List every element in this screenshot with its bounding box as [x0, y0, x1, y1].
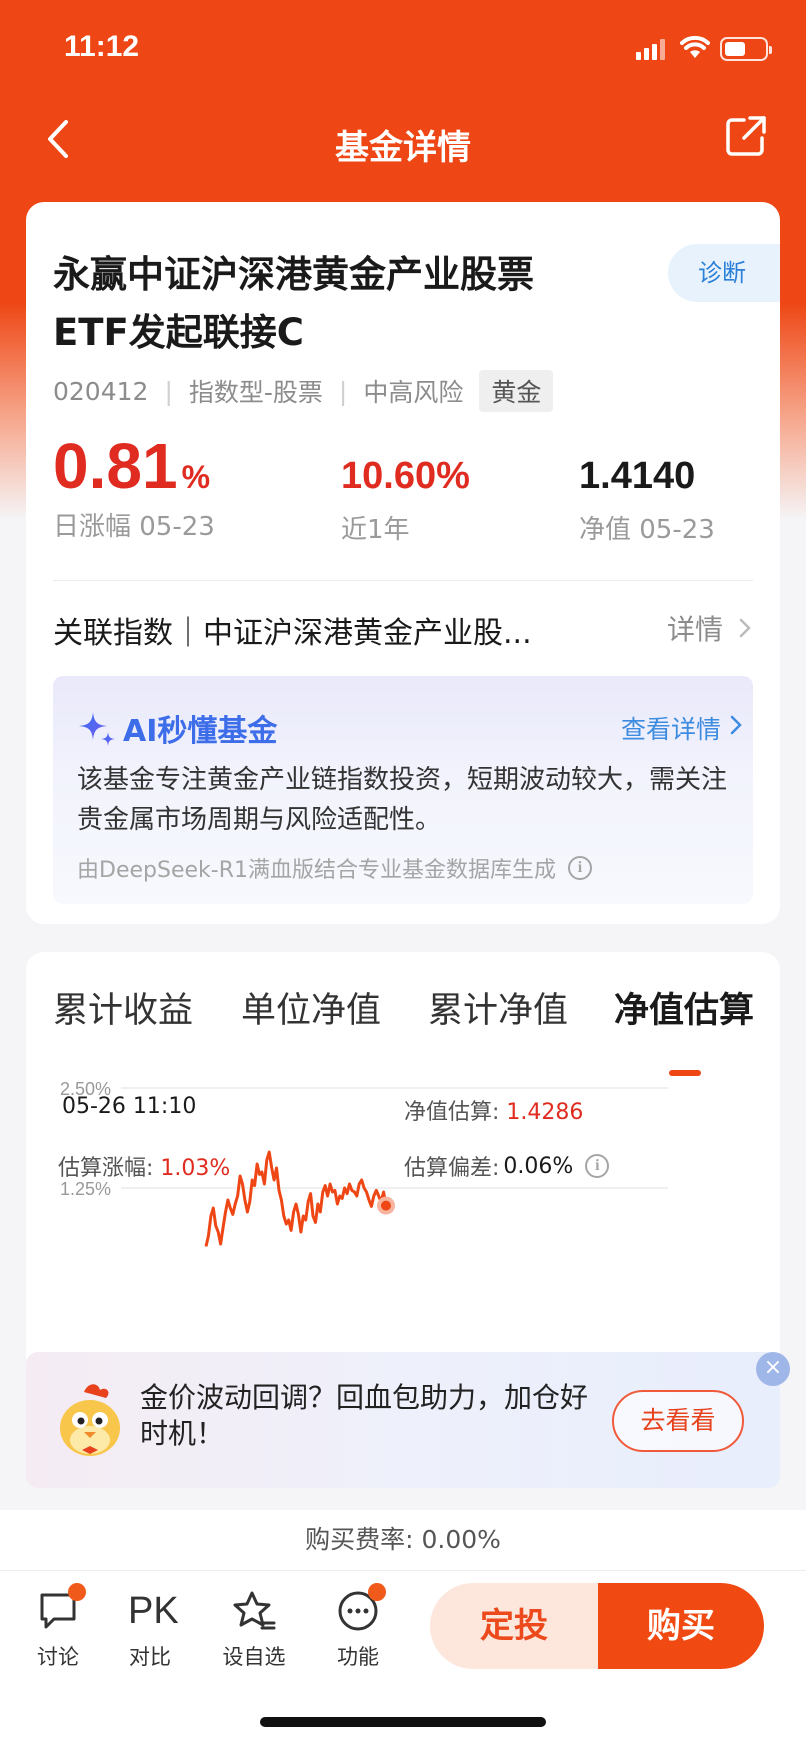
notification-dot [68, 1583, 86, 1601]
related-index-row[interactable]: 关联指数｜中证沪深港黄金产业股... 详情 [53, 602, 753, 652]
sparkle-icon [79, 712, 115, 746]
discuss-button[interactable]: 讨论 [18, 1583, 98, 1671]
daily-change-value: 0.81 [53, 430, 178, 502]
battery-icon [720, 37, 772, 61]
fund-meta: 020412 | 指数型-股票 | 中高风险 黄金 [53, 370, 554, 412]
status-time: 11:12 [64, 30, 140, 63]
daily-change-metric: 0.81% 日涨幅 05-23 [53, 434, 215, 543]
year-return-metric: 10.60% 近1年 [341, 457, 470, 546]
ai-footer: 由DeepSeek-R1满血版结合专业基金数据库生成 i [77, 852, 592, 884]
fund-summary-card: 永赢中证沪深港黄金产业股票ETF发起联接C 诊断 020412 | 指数型-股票… [26, 202, 780, 924]
fund-code: 020412 [53, 376, 149, 406]
star-icon [233, 1591, 276, 1630]
chevron-right-icon [739, 618, 751, 638]
promo-go-button[interactable]: 去看看 [612, 1390, 744, 1452]
function-label: 功能 [337, 1645, 379, 1669]
compare-button[interactable]: PK 对比 [110, 1589, 190, 1671]
purchase-fee: 购买费率: 0.00% [0, 1510, 806, 1570]
watchlist-label: 设自选 [222, 1645, 286, 1669]
pk-icon: PK [128, 1590, 179, 1632]
daily-change-unit: % [181, 459, 211, 495]
close-icon[interactable]: × [756, 1352, 790, 1386]
nav-label: 净值 05-23 [579, 515, 715, 545]
function-button[interactable]: 功能 [318, 1583, 398, 1671]
home-area [0, 1675, 806, 1743]
estimate-chart: 2.50% 1.25% [60, 1079, 668, 1247]
year-return-value: 10.60% [341, 455, 470, 497]
series-line [204, 1150, 388, 1247]
compare-label: 对比 [129, 1645, 171, 1669]
share-icon[interactable] [722, 112, 770, 160]
ai-footer-text: 由DeepSeek-R1满血版结合专业基金数据库生成 [77, 858, 556, 883]
y-tick-label: 1.25% [60, 1179, 111, 1199]
year-return-label: 近1年 [341, 515, 410, 545]
related-index-more[interactable]: 详情 [667, 608, 723, 648]
status-bar: 11:12 [0, 0, 806, 96]
fund-tag[interactable]: 黄金 [479, 370, 554, 412]
add-watchlist-button[interactable]: 设自选 [214, 1589, 294, 1671]
cellular-signal-icon [636, 38, 668, 60]
home-indicator[interactable] [260, 1717, 546, 1727]
discuss-label: 讨论 [37, 1645, 79, 1669]
fund-name: 永赢中证沪深港黄金产业股票ETF发起联接C [53, 253, 534, 354]
divider [53, 580, 753, 581]
mascot-icon [60, 1384, 120, 1456]
info-icon[interactable]: i [567, 856, 592, 880]
y-tick-label: 2.50% [60, 1079, 111, 1099]
ai-more-link[interactable]: 查看详情 [621, 710, 721, 746]
bottom-action-bar: 讨论 PK 对比 设自选 功能 定投 购买 [0, 1570, 806, 1675]
nav-metric: 1.4140 净值 05-23 [579, 457, 715, 546]
ai-summary-text: 该基金专注黄金产业链指数投资，短期波动较大，需关注贵金属市场周期与风险适配性。 [77, 765, 728, 835]
diagnose-button[interactable]: 诊断 [668, 244, 780, 302]
fund-type: 指数型-股票 [188, 378, 323, 407]
page-title: 基金详情 [335, 128, 471, 168]
chevron-right-icon [730, 715, 742, 735]
promo-banner[interactable]: 金价波动回调？回血包助力，加仓好时机！ 去看看 × [26, 1352, 790, 1488]
purchase-buttons: 定投 购买 [430, 1583, 764, 1669]
buy-button[interactable]: 购买 [598, 1583, 764, 1669]
meta-separator: | [338, 376, 348, 406]
notification-dot [368, 1583, 386, 1601]
meta-separator: | [164, 376, 173, 406]
promo-text: 金价波动回调？回血包助力，加仓好时机！ [140, 1381, 589, 1450]
related-index-text: 关联指数｜中证沪深港黄金产业股... [53, 616, 532, 651]
fund-risk: 中高风险 [363, 378, 464, 407]
nav-bar: 基金详情 [0, 96, 806, 186]
chart-card: 累计收益 单位净值 累计净值 净值估算 05-26 11:10 净值估算: 1.… [26, 952, 780, 1412]
ai-title: AI秒懂基金 [123, 714, 278, 749]
daily-change-label: 日涨幅 05-23 [53, 512, 215, 542]
sip-button[interactable]: 定投 [430, 1583, 598, 1669]
nav-value: 1.4140 [579, 455, 696, 497]
wifi-icon [680, 35, 710, 58]
ai-summary-box: AI秒懂基金 查看详情 该基金专注黄金产业链指数投资，短期波动较大，需关注贵金属… [53, 676, 753, 904]
current-point [381, 1200, 391, 1211]
